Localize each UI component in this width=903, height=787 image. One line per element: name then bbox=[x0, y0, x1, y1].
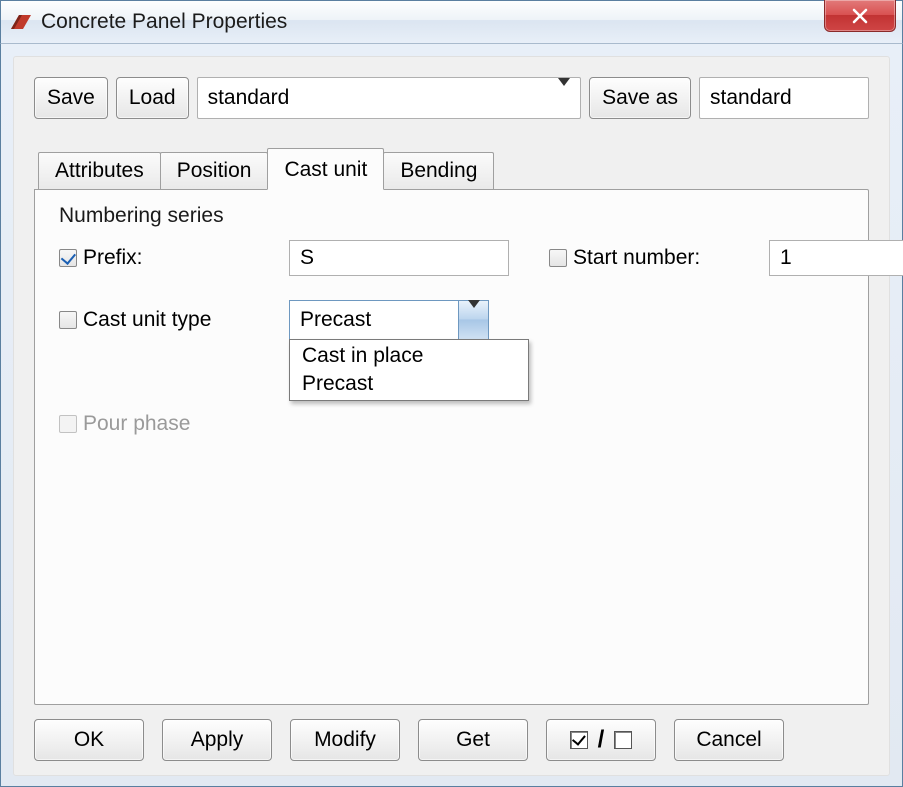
prefix-input[interactable]: S bbox=[289, 240, 509, 276]
cast-unit-type-checkbox[interactable] bbox=[59, 311, 77, 329]
cast-unit-type-option-cast-in-place[interactable]: Cast in place bbox=[290, 342, 528, 370]
dialog-button-row: OK Apply Modify Get / Cancel bbox=[34, 719, 869, 761]
row-pour-phase: Pour phase bbox=[59, 400, 848, 448]
pour-phase-label: Pour phase bbox=[83, 412, 190, 436]
tab-panel-cast-unit: Numbering series Prefix: S Start number: bbox=[34, 189, 869, 705]
prefix-label: Prefix: bbox=[83, 246, 143, 270]
toggle-all-checks-button[interactable]: / bbox=[546, 719, 656, 761]
group-numbering-series: Prefix: S Start number: 1 bbox=[55, 232, 848, 448]
app-icon bbox=[11, 13, 33, 31]
tab-position[interactable]: Position bbox=[160, 152, 269, 190]
cast-unit-type-dropdown-button[interactable] bbox=[458, 301, 488, 339]
cast-unit-type-value: Precast bbox=[300, 308, 371, 332]
start-number-checkbox[interactable] bbox=[549, 249, 567, 267]
modify-button[interactable]: Modify bbox=[290, 719, 400, 761]
cast-unit-type-checkbox-label[interactable]: Cast unit type bbox=[59, 308, 289, 332]
row-prefix: Prefix: S Start number: 1 bbox=[59, 234, 848, 282]
apply-button[interactable]: Apply bbox=[162, 719, 272, 761]
get-button[interactable]: Get bbox=[418, 719, 528, 761]
toggle-check-off-icon bbox=[614, 731, 632, 749]
close-button[interactable] bbox=[824, 0, 896, 32]
prefix-checkbox[interactable] bbox=[59, 249, 77, 267]
pour-phase-checkbox-label: Pour phase bbox=[59, 412, 289, 436]
load-button[interactable]: Load bbox=[116, 77, 189, 119]
save-as-button[interactable]: Save as bbox=[589, 77, 691, 119]
save-as-name-value: standard bbox=[710, 86, 792, 110]
preset-select[interactable]: standard bbox=[197, 77, 582, 119]
preset-toolbar: Save Load standard Save as standard bbox=[34, 77, 869, 119]
tab-cast-unit[interactable]: Cast unit bbox=[267, 148, 384, 190]
preset-select-value: standard bbox=[208, 86, 290, 110]
pour-phase-checkbox bbox=[59, 415, 77, 433]
cancel-button[interactable]: Cancel bbox=[674, 719, 784, 761]
prefix-value: S bbox=[300, 246, 314, 270]
slash-icon: / bbox=[596, 726, 607, 754]
start-number-input[interactable]: 1 bbox=[769, 240, 903, 276]
start-number-value: 1 bbox=[780, 246, 792, 270]
tab-strip: Attributes Position Cast unit Bending bbox=[34, 147, 869, 189]
cast-unit-type-option-precast[interactable]: Precast bbox=[290, 370, 528, 398]
row-cast-unit-type: Cast unit type Precast Cast in place Pre… bbox=[59, 296, 848, 344]
group-numbering-series-label: Numbering series bbox=[55, 204, 848, 228]
chevron-down-icon bbox=[468, 308, 480, 332]
tab-attributes[interactable]: Attributes bbox=[38, 152, 161, 190]
close-icon bbox=[851, 7, 869, 25]
tab-bending[interactable]: Bending bbox=[383, 152, 494, 190]
dialog-body: Save Load standard Save as standard Attr… bbox=[13, 56, 890, 776]
cast-unit-type-label: Cast unit type bbox=[83, 308, 211, 332]
prefix-checkbox-label[interactable]: Prefix: bbox=[59, 246, 289, 270]
toggle-check-on-icon bbox=[570, 731, 588, 749]
save-as-name-input[interactable]: standard bbox=[699, 77, 869, 119]
ok-button[interactable]: OK bbox=[34, 719, 144, 761]
chevron-down-icon bbox=[558, 86, 570, 110]
title-bar: Concrete Panel Properties bbox=[0, 0, 903, 44]
cast-unit-type-popup: Cast in place Precast bbox=[289, 339, 529, 401]
cast-unit-type-select[interactable]: Precast Cast in place Precast bbox=[289, 300, 489, 340]
window-title: Concrete Panel Properties bbox=[33, 10, 287, 34]
window-frame: Save Load standard Save as standard Attr… bbox=[0, 44, 903, 787]
start-number-label: Start number: bbox=[573, 246, 700, 270]
start-number-checkbox-label[interactable]: Start number: bbox=[549, 246, 769, 270]
save-button[interactable]: Save bbox=[34, 77, 108, 119]
